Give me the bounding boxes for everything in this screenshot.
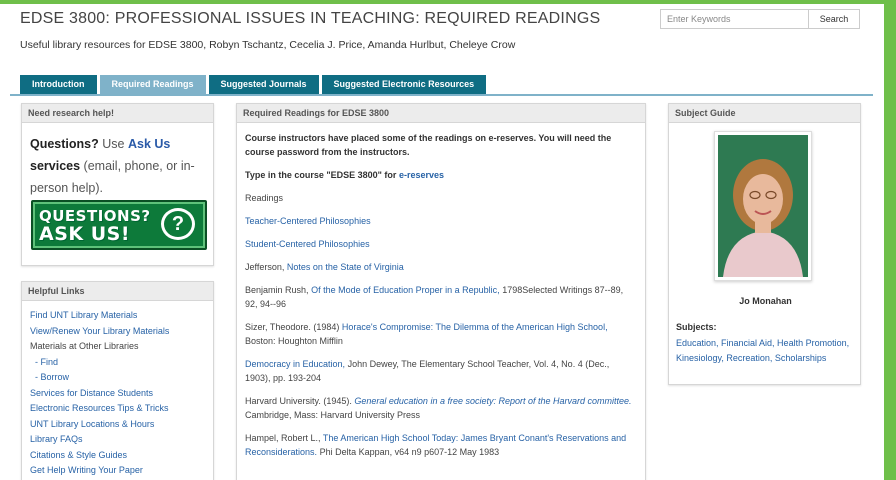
helpful-links-header: Helpful Links	[22, 282, 213, 301]
reading-rush: Benjamin Rush, Of the Mode of Education …	[245, 283, 637, 311]
link-view-renew[interactable]: View/Renew Your Library Materials	[30, 326, 169, 336]
dewey-link[interactable]: Democracy in Education,	[245, 359, 345, 369]
link-e-resources-tips[interactable]: Electronic Resources Tips & Tricks	[30, 403, 169, 413]
harvard-link[interactable]: General education in a free society: Rep…	[354, 396, 631, 406]
e-reserves-link[interactable]: e-reserves	[399, 170, 444, 180]
subjects-label: Subjects:	[676, 322, 717, 332]
sizer-suffix: Boston: Houghton Mifflin	[245, 336, 343, 346]
sizer-link[interactable]: Horace's Compromise: The Dilemma of the …	[342, 322, 608, 332]
page-title: EDSE 3800: PROFESSIONAL ISSUES IN TEACHI…	[20, 10, 601, 27]
link-library-faqs[interactable]: Library FAQs	[30, 434, 83, 444]
reading-hampel: Hampel, Robert L., The American High Sch…	[245, 431, 637, 459]
helpful-links-list: Find UNT Library Materials View/Renew Yo…	[22, 301, 213, 480]
portrait-illustration	[718, 135, 808, 277]
librarian-name: Jo Monahan	[739, 296, 792, 306]
librarian-portrait-image	[718, 135, 808, 277]
harvard-suffix: Cambridge, Mass: Harvard University Pres…	[245, 410, 421, 420]
banner-line-2: ASK US!	[39, 223, 131, 245]
tab-introduction[interactable]: Introduction	[20, 75, 97, 94]
questions-label: Questions?	[30, 137, 99, 151]
student-centered-link[interactable]: Student-Centered Philosophies	[245, 239, 370, 249]
teacher-centered-link[interactable]: Teacher-Centered Philosophies	[245, 216, 371, 226]
type-in-course: Type in the course "EDSE 3800" for e-res…	[245, 168, 637, 182]
required-readings-header: Required Readings for EDSE 3800	[237, 104, 645, 123]
search-input[interactable]	[660, 9, 808, 29]
subjects-links[interactable]: Education, Financial Aid, Health Promoti…	[676, 338, 849, 363]
guide-tabs: Introduction Required Readings Suggested…	[20, 75, 487, 94]
readings-label: Readings	[245, 193, 284, 203]
link-distance-students[interactable]: Services for Distance Students	[30, 388, 153, 398]
link-citations[interactable]: Citations & Style Guides	[30, 450, 127, 460]
tab-suggested-electronic-resources[interactable]: Suggested Electronic Resources	[321, 75, 487, 94]
right-accent-bar	[884, 0, 896, 480]
link-writing-help[interactable]: Get Help Writing Your Paper	[30, 465, 143, 475]
hampel-prefix: Hampel, Robert L.,	[245, 433, 321, 443]
readings-intro: Course instructors have placed some of t…	[245, 133, 612, 157]
subjects-list: Education, Financial Aid, Health Promoti…	[676, 336, 856, 365]
search-form: Search	[660, 9, 860, 29]
top-accent-bar	[0, 0, 896, 4]
tab-required-readings[interactable]: Required Readings	[99, 75, 206, 94]
sizer-prefix: Sizer, Theodore. (1984)	[245, 322, 340, 332]
ask-us-banner[interactable]: QUESTIONS? ASK US! ?	[31, 200, 207, 250]
readings-body: Course instructors have placed some of t…	[237, 123, 645, 476]
subject-guide-header: Subject Guide	[669, 104, 860, 123]
ask-us-link[interactable]: Ask Us	[128, 137, 170, 151]
jefferson-prefix: Jefferson,	[245, 262, 285, 272]
reading-harvard: Harvard University. (1945). General educ…	[245, 394, 637, 422]
rush-prefix: Benjamin Rush,	[245, 285, 309, 295]
research-help-box: Need research help! Questions? Use Ask U…	[21, 103, 214, 266]
type-in-prefix: Type in the course "EDSE 3800" for	[245, 170, 397, 180]
link-locations-hours[interactable]: UNT Library Locations & Hours	[30, 419, 154, 429]
tab-suggested-journals[interactable]: Suggested Journals	[208, 75, 319, 94]
research-help-text: Questions? Use Ask Us services (email, p…	[22, 123, 213, 199]
ask-us-banner-text: QUESTIONS? ASK US!	[39, 208, 151, 244]
tabs-underline	[10, 94, 873, 96]
hampel-suffix: Phi Delta Kappan, v64 n9 p607-12 May 198…	[319, 447, 500, 457]
helpful-links-box: Helpful Links Find UNT Library Materials…	[21, 281, 214, 480]
banner-line-1: QUESTIONS?	[39, 207, 151, 225]
use-label: Use	[102, 137, 125, 151]
subject-guide-box: Subject Guide Jo Monahan Subjects: Educa…	[668, 103, 861, 385]
search-button[interactable]: Search	[808, 9, 860, 29]
required-readings-box: Required Readings for EDSE 3800 Course i…	[236, 103, 646, 480]
research-help-header: Need research help!	[22, 104, 213, 123]
link-borrow[interactable]: - Borrow	[35, 372, 69, 382]
link-find-unt-materials[interactable]: Find UNT Library Materials	[30, 310, 137, 320]
materials-other-libraries: Materials at Other Libraries	[30, 341, 139, 351]
jefferson-link[interactable]: Notes on the State of Virginia	[287, 262, 404, 272]
page-subtitle: Useful library resources for EDSE 3800, …	[20, 39, 516, 51]
link-find[interactable]: - Find	[35, 357, 58, 367]
librarian-photo	[714, 131, 812, 281]
rush-link[interactable]: Of the Mode of Education Proper in a Rep…	[311, 285, 500, 295]
reading-jefferson: Jefferson, Notes on the State of Virgini…	[245, 260, 637, 274]
question-bubble-icon: ?	[161, 208, 195, 240]
reading-dewey: Democracy in Education, John Dewey, The …	[245, 357, 637, 385]
reading-sizer: Sizer, Theodore. (1984) Horace's Comprom…	[245, 320, 637, 348]
harvard-prefix: Harvard University. (1945).	[245, 396, 352, 406]
services-label: services	[30, 159, 81, 173]
